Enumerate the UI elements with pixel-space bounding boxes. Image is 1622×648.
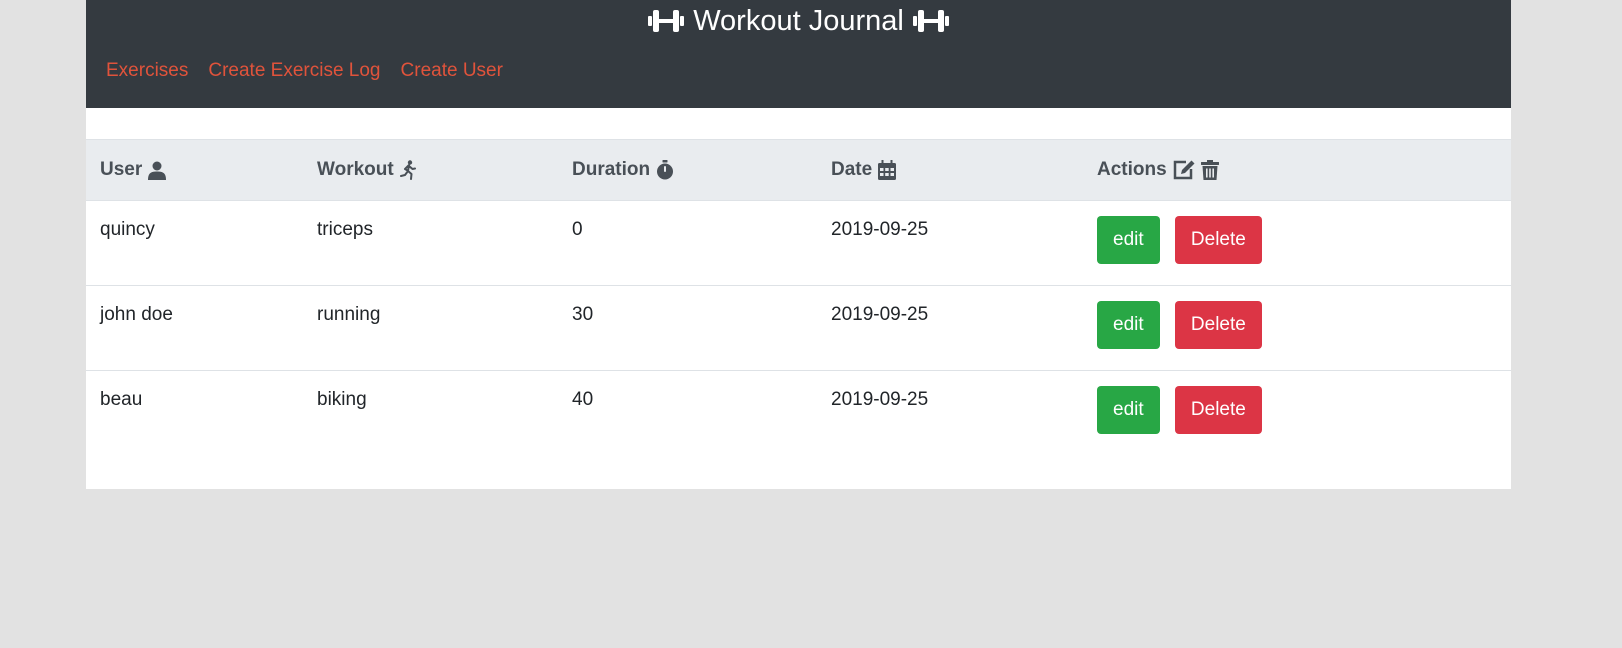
column-header-label: Workout bbox=[317, 159, 394, 180]
column-header-user: User bbox=[86, 140, 303, 201]
navbar: Workout Journal Exercises Create Exercis… bbox=[86, 0, 1511, 108]
cell-user: quincy bbox=[100, 219, 155, 240]
edit-button[interactable]: edit bbox=[1097, 301, 1160, 349]
nav-link-exercises[interactable]: Exercises bbox=[106, 60, 188, 82]
cell-actions: edit Delete bbox=[1083, 201, 1511, 286]
cell-actions: edit Delete bbox=[1083, 286, 1511, 371]
table-body: quincy triceps 0 2019-09-25 edit Delete … bbox=[86, 201, 1511, 456]
column-header-workout: Workout bbox=[303, 140, 558, 201]
trash-icon bbox=[1200, 160, 1219, 180]
main-content: User Workout Duration Date Actions quinc… bbox=[86, 108, 1511, 489]
cell-workout: running bbox=[317, 304, 381, 325]
nav-link-create-user[interactable]: Create User bbox=[401, 60, 503, 82]
app-title: Workout Journal bbox=[693, 4, 904, 37]
table-row: beau biking 40 2019-09-25 edit Delete bbox=[86, 371, 1511, 456]
edit-button[interactable]: edit bbox=[1097, 386, 1160, 434]
edit-icon bbox=[1173, 160, 1195, 180]
cell-workout: triceps bbox=[317, 219, 373, 240]
calendar-icon bbox=[878, 160, 897, 180]
edit-button[interactable]: edit bbox=[1097, 216, 1160, 264]
table-row: quincy triceps 0 2019-09-25 edit Delete bbox=[86, 201, 1511, 286]
user-icon bbox=[148, 161, 167, 180]
column-header-date: Date bbox=[817, 140, 1083, 201]
running-icon bbox=[399, 160, 417, 180]
cell-actions: edit Delete bbox=[1083, 371, 1511, 456]
column-header-actions: Actions bbox=[1083, 140, 1511, 201]
cell-duration: 40 bbox=[572, 389, 594, 410]
column-header-label: Actions bbox=[1097, 159, 1167, 180]
table-row: john doe running 30 2019-09-25 edit Dele… bbox=[86, 286, 1511, 371]
app-container: Workout Journal Exercises Create Exercis… bbox=[86, 0, 1511, 489]
exercise-table: User Workout Duration Date Actions quinc… bbox=[86, 139, 1511, 456]
dumbbell-icon bbox=[912, 8, 950, 34]
table-header: User Workout Duration Date Actions bbox=[86, 139, 1511, 201]
column-header-duration: Duration bbox=[558, 140, 817, 201]
stopwatch-icon bbox=[656, 160, 674, 180]
dumbbell-icon bbox=[647, 8, 685, 34]
nav-links: Exercises Create Exercise Log Create Use… bbox=[106, 60, 503, 82]
cell-date: 2019-09-25 bbox=[831, 304, 929, 325]
cell-date: 2019-09-25 bbox=[831, 219, 929, 240]
column-header-label: Date bbox=[831, 159, 873, 180]
cell-user: john doe bbox=[100, 304, 173, 325]
cell-duration: 0 bbox=[572, 219, 583, 240]
cell-date: 2019-09-25 bbox=[831, 389, 929, 410]
delete-button[interactable]: Delete bbox=[1174, 386, 1262, 434]
nav-link-create-exercise-log[interactable]: Create Exercise Log bbox=[208, 60, 380, 82]
column-header-label: Duration bbox=[572, 159, 651, 180]
column-header-label: User bbox=[100, 159, 143, 180]
table-header-row: User Workout Duration Date Actions bbox=[86, 139, 1511, 201]
cell-workout: biking bbox=[317, 389, 367, 410]
cell-duration: 30 bbox=[572, 304, 594, 325]
delete-button[interactable]: Delete bbox=[1174, 216, 1262, 264]
brand[interactable]: Workout Journal bbox=[86, 0, 1511, 42]
delete-button[interactable]: Delete bbox=[1174, 301, 1262, 349]
cell-user: beau bbox=[100, 389, 143, 410]
